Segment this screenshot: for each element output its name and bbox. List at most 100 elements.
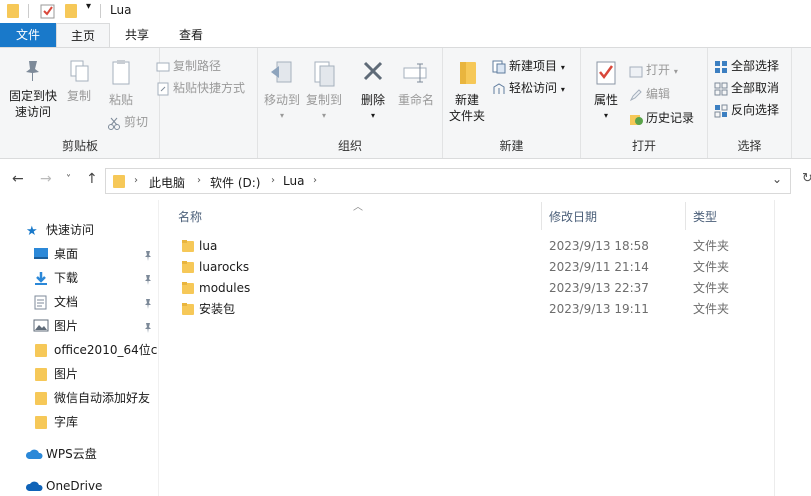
new-group: 新建 文件夹 新建项目 ▾ 轻松访问 ▾ 新建 xyxy=(443,48,581,158)
organize-group-label: 组织 xyxy=(337,139,362,153)
file-row-lua[interactable]: lua 2023/9/13 18:58 文件夹 xyxy=(170,236,774,257)
column-header-name[interactable]: 名称 xyxy=(178,208,202,225)
new-item-dropdown-icon: ▾ xyxy=(560,63,565,72)
folder-icon xyxy=(182,240,194,252)
folder-icon xyxy=(182,261,194,273)
tab-view[interactable]: 查看 xyxy=(164,23,218,48)
new-item-icon xyxy=(492,60,506,73)
ribbon-tabs: 文件 主页 共享 查看 xyxy=(0,23,811,48)
copy-path-button[interactable]: 复制路径 xyxy=(156,56,221,76)
select-none-icon xyxy=(714,82,728,95)
title-bar: ▾ Lua xyxy=(0,0,811,22)
move-to-button[interactable]: 移动到 ▾ xyxy=(262,58,302,124)
invert-selection-button[interactable]: 反向选择 xyxy=(714,100,779,120)
history-icon xyxy=(630,114,643,125)
paste-shortcut-icon xyxy=(157,82,169,95)
breadcrumb-separator-icon[interactable]: › xyxy=(313,175,317,186)
recent-locations-chevron-icon[interactable]: ˅ xyxy=(66,174,71,185)
nav-item-wechat-friends[interactable]: 微信自动添加好友 xyxy=(0,387,158,409)
nav-item-pictures[interactable]: 图片 xyxy=(0,315,158,337)
new-folder-icon xyxy=(460,62,476,84)
navigation-pane: ★ 快速访问 桌面 下载 文档 图片 office2010_64位cn 图片 微… xyxy=(0,200,159,496)
folder-icon xyxy=(113,175,125,188)
nav-item-desktop[interactable]: 桌面 xyxy=(0,243,158,265)
ribbon: 固定到快 速访问 复制 粘贴 复制路径 粘贴快捷方式 剪切 剪贴板 移动到 ▾ … xyxy=(0,47,811,159)
address-history-chevron-icon[interactable]: ⌄ xyxy=(772,172,782,186)
window-title: Lua xyxy=(110,3,132,17)
list-divider xyxy=(774,200,775,496)
breadcrumb-separator-icon[interactable]: › xyxy=(134,175,138,186)
rename-icon xyxy=(403,63,427,83)
new-item-button[interactable]: 新建项目 ▾ xyxy=(492,56,565,76)
nav-item-documents[interactable]: 文档 xyxy=(0,291,158,313)
nav-onedrive[interactable]: OneDrive xyxy=(0,475,158,496)
new-folder-button[interactable]: 新建 文件夹 xyxy=(449,58,485,124)
properties-button[interactable]: 属性 ▾ xyxy=(589,58,623,124)
copy-path-icon xyxy=(156,62,170,71)
copy-to-button[interactable]: 复制到 ▾ xyxy=(304,58,344,124)
breadcrumb-separator-icon[interactable]: › xyxy=(197,175,201,186)
folder-icon xyxy=(182,303,194,315)
tab-file[interactable]: 文件 xyxy=(0,23,56,48)
forward-arrow-icon[interactable]: → xyxy=(40,171,52,187)
refresh-icon[interactable]: ↻ xyxy=(802,171,811,186)
document-icon xyxy=(34,295,47,310)
pin-to-quick-access-button[interactable]: 固定到快 速访问 xyxy=(4,58,62,120)
folder-icon xyxy=(35,416,47,429)
open-dropdown-icon: ▾ xyxy=(673,67,678,76)
up-arrow-icon[interactable]: ↑ xyxy=(86,171,98,187)
back-arrow-icon[interactable]: ← xyxy=(12,171,24,187)
history-button[interactable]: 历史记录 xyxy=(629,108,694,128)
delete-x-icon xyxy=(363,61,383,81)
select-all-button[interactable]: 全部选择 xyxy=(714,56,779,76)
pin-icon[interactable] xyxy=(143,247,153,265)
picture-icon xyxy=(33,319,49,332)
pin-icon[interactable] xyxy=(143,271,153,289)
breadcrumb-this-pc[interactable]: 此电脑 xyxy=(149,174,185,191)
select-none-button[interactable]: 全部取消 xyxy=(714,78,779,98)
file-row-luarocks[interactable]: luarocks 2023/9/11 21:14 文件夹 xyxy=(170,257,774,278)
easy-access-button[interactable]: 轻松访问 ▾ xyxy=(492,78,565,98)
copy-to-dropdown-icon: ▾ xyxy=(321,111,326,120)
copy-icon xyxy=(70,60,89,82)
quick-access-toolbar-dropdown-icon[interactable]: ▾ xyxy=(86,1,91,12)
nav-quick-access[interactable]: ★ 快速访问 xyxy=(0,219,158,241)
cloud-icon xyxy=(25,449,43,459)
paste-button[interactable]: 粘贴 xyxy=(104,58,138,108)
nav-item-pictures-folder[interactable]: 图片 xyxy=(0,363,158,385)
new-folder-quick-icon[interactable] xyxy=(64,3,78,19)
rename-button[interactable]: 重命名 xyxy=(394,58,438,108)
select-group-label: 选择 xyxy=(737,139,762,153)
nav-item-office2010[interactable]: office2010_64位cn xyxy=(0,339,158,361)
nav-item-downloads[interactable]: 下载 xyxy=(0,267,158,289)
pin-icon[interactable] xyxy=(143,295,153,313)
cut-button[interactable]: 剪切 xyxy=(107,112,148,132)
file-row-modules[interactable]: modules 2023/9/13 22:37 文件夹 xyxy=(170,278,774,299)
open-group: 属性 ▾ 打开 ▾ 编辑 历史记录 打开 xyxy=(581,48,708,158)
nav-item-font-library[interactable]: 字库 xyxy=(0,411,158,433)
properties-quick-icon[interactable] xyxy=(40,3,56,19)
breadcrumb-lua[interactable]: Lua xyxy=(283,174,304,188)
breadcrumb-separator-icon[interactable]: › xyxy=(271,175,275,186)
edit-button[interactable]: 编辑 xyxy=(629,84,670,104)
file-list: ︿ 名称 修改日期 类型 lua 2023/9/13 18:58 文件夹 lua… xyxy=(170,200,774,496)
nav-wps-cloud[interactable]: WPS云盘 xyxy=(0,443,158,465)
paste-shortcut-button[interactable]: 粘贴快捷方式 xyxy=(156,78,245,98)
folder-icon xyxy=(35,392,47,405)
properties-icon xyxy=(596,61,616,85)
pin-icon[interactable] xyxy=(143,319,153,337)
breadcrumb-drive-d[interactable]: 软件 (D:) xyxy=(210,174,260,191)
tab-share[interactable]: 共享 xyxy=(110,23,164,48)
invert-selection-icon xyxy=(714,104,728,117)
sort-ascending-icon: ︿ xyxy=(353,202,363,213)
star-icon: ★ xyxy=(26,224,38,239)
file-row-installer[interactable]: 安装包 2023/9/13 19:11 文件夹 xyxy=(170,299,774,320)
open-button[interactable]: 打开 ▾ xyxy=(629,60,678,80)
column-header-type[interactable]: 类型 xyxy=(693,208,717,225)
address-bar[interactable]: › 此电脑 › 软件 (D:) › Lua › ⌄ xyxy=(105,168,791,194)
column-header-date[interactable]: 修改日期 xyxy=(549,208,597,225)
delete-button[interactable]: 删除 ▾ xyxy=(356,58,390,124)
copy-button[interactable]: 复制 xyxy=(62,58,96,104)
tab-home[interactable]: 主页 xyxy=(56,23,110,48)
folder-icon xyxy=(35,344,47,357)
